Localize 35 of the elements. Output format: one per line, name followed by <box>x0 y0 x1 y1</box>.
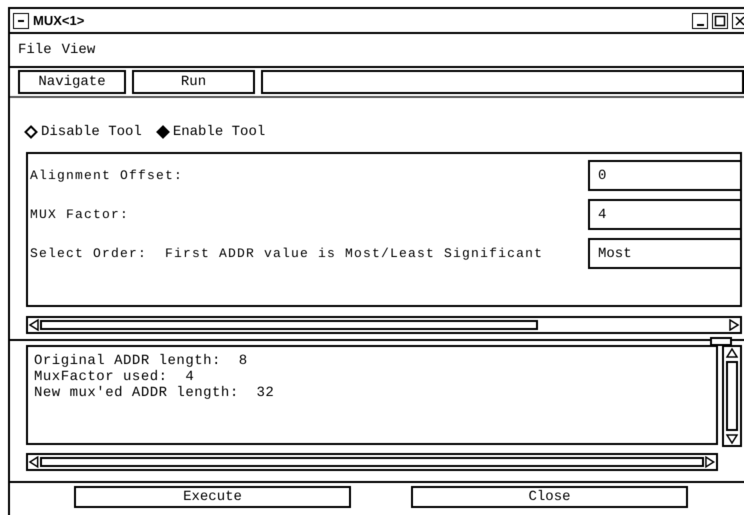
scroll-up-icon <box>726 347 738 359</box>
minus-icon <box>17 18 25 22</box>
menu-item[interactable]: File <box>18 40 52 60</box>
maximize-icon <box>714 14 726 26</box>
setting-label: Select Order: First ADDR value is Most/Least Significant <box>29 244 544 263</box>
pane-sash-handle[interactable] <box>710 337 732 346</box>
scrollbar-thumb[interactable] <box>726 361 738 431</box>
scroll-down-icon <box>726 433 738 445</box>
menu-item[interactable]: View <box>62 40 96 60</box>
toolbar-button[interactable]: Navigate <box>18 70 126 94</box>
setting-label: Alignment Offset: <box>29 166 184 185</box>
output-text: Original ADDR length: 8 MuxFactor used: 4 New mux'ed ADDR length: 32 <box>26 345 718 445</box>
minimize-icon <box>696 24 704 26</box>
setting-label: MUX Factor: <box>29 206 130 224</box>
dialog-button[interactable]: Close <box>411 486 688 508</box>
setting-field[interactable]: 0 <box>588 160 740 191</box>
radio-option[interactable]: Disable Tool <box>24 122 142 142</box>
scroll-left-icon <box>28 319 40 331</box>
maximize-button[interactable] <box>712 12 728 28</box>
close-button[interactable] <box>732 12 744 28</box>
close-icon <box>734 14 744 26</box>
horizontal-scrollbar[interactable] <box>26 453 718 471</box>
toolbar-button[interactable]: Run <box>132 70 255 94</box>
scroll-right-icon <box>728 319 740 331</box>
dialog-button[interactable]: Execute <box>74 486 351 508</box>
window-menu-button[interactable] <box>13 12 29 28</box>
horizontal-scrollbar[interactable] <box>26 316 742 334</box>
radio-option[interactable]: Enable Tool <box>156 122 266 142</box>
scroll-right-icon <box>704 456 716 468</box>
setting-field[interactable]: 4 <box>588 199 740 230</box>
minimize-button[interactable] <box>692 12 708 28</box>
scroll-left-icon <box>28 456 40 468</box>
window-title: MUX<1> <box>33 12 84 30</box>
setting-field[interactable]: Most <box>588 238 740 269</box>
vertical-scrollbar[interactable] <box>722 345 742 447</box>
